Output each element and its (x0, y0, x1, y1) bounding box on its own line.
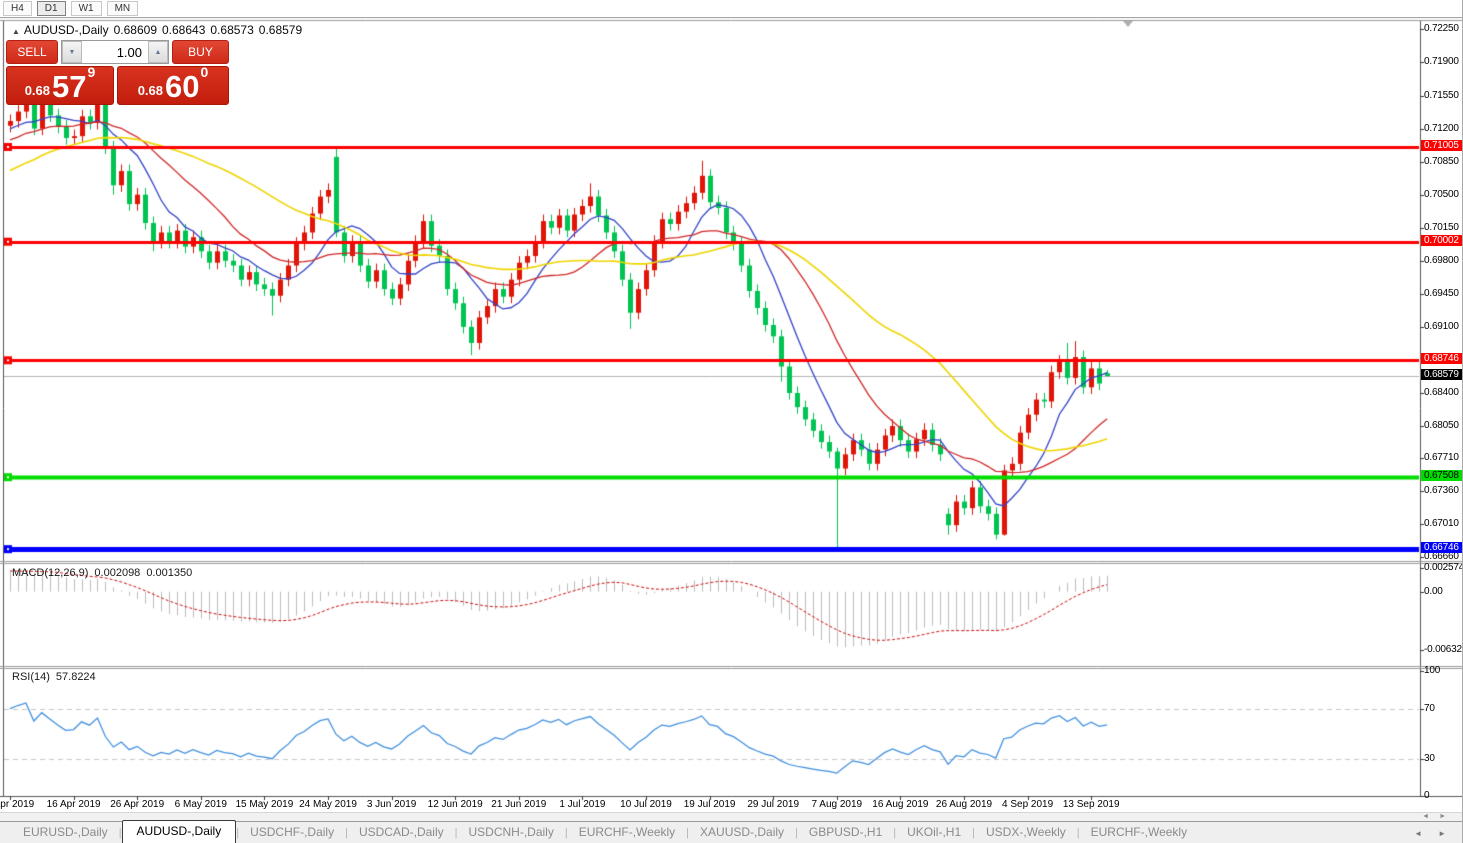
low-value: 0.68573 (210, 23, 254, 37)
buy-price-fraction: 0.68 (137, 83, 164, 98)
macd-label: MACD(12,26,9) (12, 567, 89, 579)
date-label: 16 Aug 2019 (872, 799, 929, 810)
rsi-tick-label: 100 (1424, 665, 1441, 676)
price-tick-label: 0.67010 (1424, 518, 1459, 530)
level-price-label: 0.68746 (1421, 353, 1462, 365)
chart-tab-xauusd-daily[interactable]: XAUUSD-,Daily (689, 822, 795, 843)
date-label: 13 Sep 2019 (1062, 799, 1120, 810)
symbol-label: AUDUSD-,Daily (23, 23, 109, 37)
chart-tab-ukoil-h1[interactable]: UKOil-,H1 (896, 822, 972, 843)
timeframe-button-h4[interactable]: H4 (3, 1, 32, 16)
price-tick-label: 0.69100 (1424, 320, 1459, 332)
date-label: 1 Jul 2019 (559, 799, 606, 810)
open-value: 0.68609 (113, 23, 157, 37)
level-price-label: 0.67508 (1421, 470, 1462, 482)
volume-spinner: ▼ ▲ (61, 40, 169, 64)
buy-price-big: 60 (165, 69, 200, 104)
chart-tab-usdchf-daily[interactable]: USDCHF-,Daily (239, 822, 345, 843)
volume-increase-icon[interactable]: ▲ (148, 41, 168, 63)
rsi-header: RSI(14) 57.8224 (12, 671, 102, 683)
date-label: 16 Apr 2019 (46, 799, 101, 810)
macd-tick-label: -0.006326 (1424, 644, 1463, 655)
price-tick-label: 0.70850 (1424, 155, 1459, 167)
price-tick-label: 0.69450 (1424, 287, 1459, 299)
date-label: 19 Jul 2019 (683, 799, 736, 810)
date-label: 26 Aug 2019 (935, 799, 993, 810)
sell-price-sup: 9 (87, 64, 96, 80)
macd-header: MACD(12,26,9) 0.002098 0.001350 (12, 567, 198, 579)
chart-tab-eurusd-daily[interactable]: EURUSD-,Daily (12, 822, 119, 843)
date-label: 29 Jul 2019 (747, 799, 800, 810)
sell-button[interactable]: SELL (6, 40, 58, 64)
timeframe-button-d1[interactable]: D1 (36, 1, 66, 16)
date-label: 24 May 2019 (299, 799, 357, 810)
price-tick-label: 0.71200 (1424, 122, 1459, 134)
date-label: 4 Sep 2019 (1002, 799, 1054, 810)
price-tick-label: 0.71900 (1424, 56, 1459, 68)
price-tick-label: 0.72250 (1424, 23, 1459, 35)
trading-platform-window: H4 D1 W1 MN ▲ AUDUSD-,Daily 0.68609 0.68643 0.6… (0, 0, 1463, 843)
rsi-tick-label: 30 (1424, 752, 1435, 764)
tabs-scroll-left-icon[interactable]: ◄ (1414, 829, 1430, 838)
sell-price-panel[interactable]: 0.68 57 9 (6, 64, 114, 105)
price-tick-label: 0.70500 (1424, 188, 1459, 200)
price-tick-label: 0.69800 (1424, 254, 1459, 266)
macd-main-value: 0.002098 (94, 567, 141, 579)
sell-price-big: 57 (52, 69, 87, 104)
high-value: 0.68643 (162, 23, 206, 37)
chart-tab-audusd-daily[interactable]: AUDUSD-,Daily (121, 820, 237, 843)
date-label: 6 May 2019 (174, 799, 227, 810)
collapse-panel-icon[interactable]: ▲ (12, 27, 20, 36)
macd-signal-value: 0.001350 (146, 567, 193, 579)
chart-tab-eurchf-weekly[interactable]: EURCHF-,Weekly (568, 822, 686, 843)
price-tick-label: 0.67710 (1424, 452, 1459, 464)
level-price-label: 0.66746 (1421, 542, 1462, 554)
one-click-trading-panel: SELL ▼ ▲ BUY 0.68 57 9 0.68 60 0 (6, 40, 229, 105)
scroll-left-icon[interactable]: ◄ (1422, 813, 1439, 820)
price-tick-label: 0.68400 (1424, 386, 1459, 398)
price-tick-label: 0.68050 (1424, 420, 1459, 432)
timeframe-toolbar: H4 D1 W1 MN (0, 0, 1462, 17)
volume-decrease-icon[interactable]: ▼ (62, 41, 82, 63)
timeframe-button-mn[interactable]: MN (106, 1, 139, 16)
buy-price-panel[interactable]: 0.68 60 0 (117, 64, 229, 105)
macd-tick-label: 0.00 (1424, 585, 1443, 597)
date-label: 15 May 2019 (235, 799, 294, 810)
chart-tab-usdcad-daily[interactable]: USDCAD-,Daily (348, 822, 455, 843)
sell-price-fraction: 0.68 (24, 83, 51, 98)
timeframe-button-w1[interactable]: W1 (70, 1, 102, 16)
date-label: 26 Apr 2019 (110, 799, 165, 810)
date-label: 10 Jul 2019 (620, 799, 672, 810)
chart-tab-bar: EURUSD-,Daily | AUDUSD-,Daily | USDCHF-,Dail… (0, 820, 1462, 843)
chart-tab-usdcnh-daily[interactable]: USDCNH-,Daily (458, 822, 565, 843)
chart-title: ▲ AUDUSD-,Daily 0.68609 0.68643 0.68573 0.685… (12, 23, 307, 37)
date-label: 21 Jun 2019 (491, 799, 547, 810)
rsi-tick-label: 70 (1424, 702, 1435, 714)
price-tick-label: 0.71550 (1424, 89, 1459, 101)
buy-price-sup: 0 (200, 64, 209, 80)
chart-tab-usdx-weekly[interactable]: USDX-,Weekly (975, 822, 1077, 843)
rsi-tick-label: 0 (1424, 790, 1430, 801)
chart-tab-gbpusd-h1[interactable]: GBPUSD-,H1 (798, 822, 893, 843)
price-tick-label: 0.70150 (1424, 221, 1459, 233)
rsi-value: 57.8224 (55, 671, 96, 683)
date-label: 7 Aug 2019 (811, 799, 863, 810)
macd-tick-label: 0.002574 (1424, 562, 1463, 573)
tabs-scroll-right-icon[interactable]: ► (1438, 829, 1454, 838)
date-label: 3 Jun 2019 (366, 799, 417, 810)
date-label: 12 Jun 2019 (427, 799, 483, 810)
scroll-right-icon[interactable]: ► (1439, 813, 1456, 820)
date-label: 7 Apr 2019 (0, 799, 35, 810)
chart-tab-eurchf-weekly[interactable]: EURCHF-,Weekly (1080, 822, 1198, 843)
level-price-label: 0.70002 (1421, 234, 1462, 246)
chart-canvas[interactable] (0, 0, 1462, 843)
price-tick-label: 0.67360 (1424, 485, 1459, 497)
current-price-label: 0.68579 (1421, 369, 1462, 381)
level-price-label: 0.71005 (1421, 140, 1462, 151)
close-value: 0.68579 (258, 23, 303, 37)
rsi-label: RSI(14) (12, 671, 50, 683)
